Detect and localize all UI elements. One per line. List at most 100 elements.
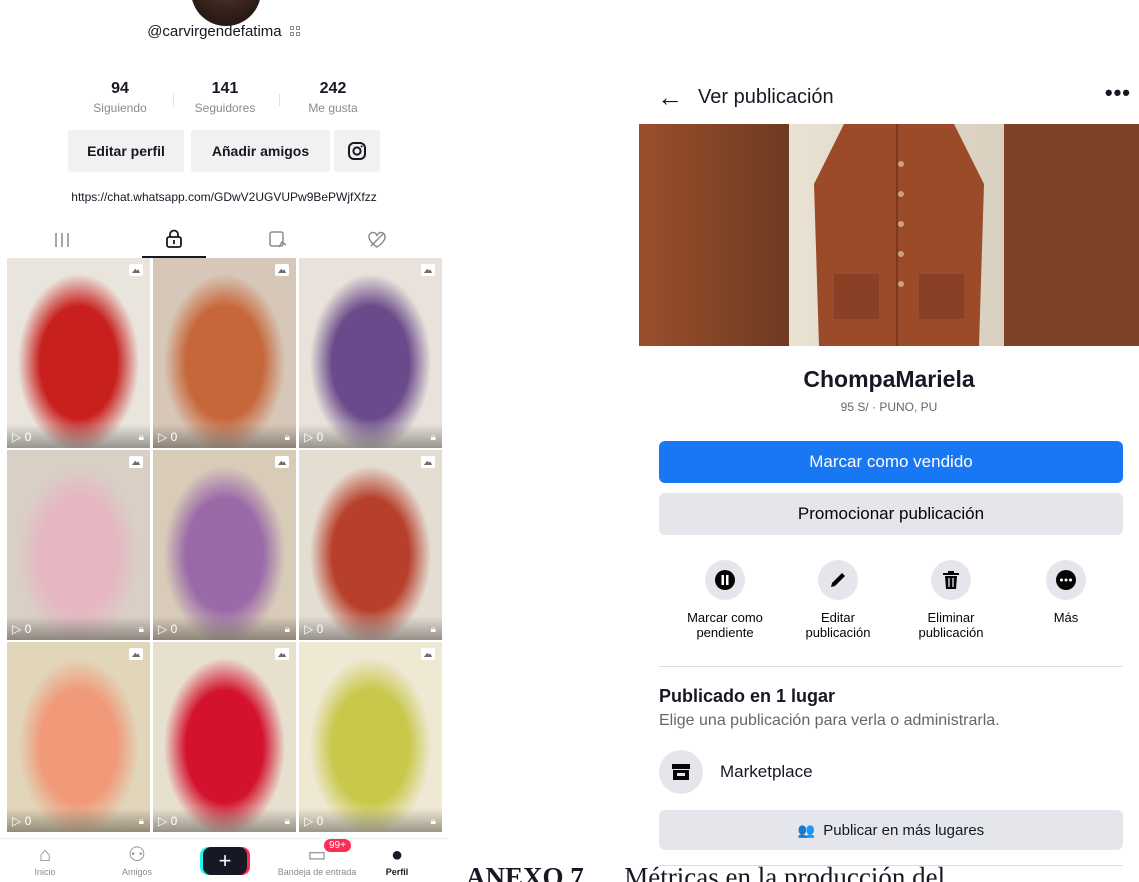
action-label: Más bbox=[1053, 610, 1079, 625]
nav-profile[interactable]: ● Perfil bbox=[352, 843, 442, 877]
sweater-image bbox=[639, 124, 1139, 346]
thumbnail-image bbox=[153, 258, 296, 448]
nav-label: Bandeja de entrada bbox=[277, 867, 357, 877]
caption-label: ANEXO 7 bbox=[466, 862, 584, 882]
more-action[interactable]: Más bbox=[1011, 560, 1121, 625]
stat-label: Siguiendo bbox=[93, 101, 147, 115]
heart-hidden-icon bbox=[368, 231, 386, 248]
view-count: ▷ 0 bbox=[158, 814, 178, 828]
people-icon: 👥 bbox=[797, 821, 816, 838]
stat-followers[interactable]: 141 Seguidores bbox=[175, 80, 275, 118]
tagged-icon bbox=[269, 231, 287, 248]
video-thumbnail[interactable]: ▷ 0 🔒︎ bbox=[153, 450, 296, 640]
more-dots-icon bbox=[1046, 560, 1086, 600]
private-lock-icon: 🔒︎ bbox=[138, 432, 144, 443]
trash-icon bbox=[931, 560, 971, 600]
tiktok-profile-screen: @carvirgendefatima 94 Siguiendo 141 Segu… bbox=[0, 0, 448, 882]
marketplace-item[interactable]: Marketplace bbox=[659, 750, 959, 794]
thumbnail-image bbox=[7, 258, 150, 448]
video-thumbnail[interactable]: ▷ 0 🔒︎ bbox=[299, 258, 442, 448]
delete-listing-action[interactable]: Eliminar publicación bbox=[896, 560, 1006, 640]
post-more-places-button[interactable]: 👥 Publicar en más lugares bbox=[659, 810, 1123, 850]
back-arrow-icon[interactable]: ← bbox=[657, 84, 683, 110]
pause-icon bbox=[705, 560, 745, 600]
view-count: ▷ 0 bbox=[304, 622, 324, 636]
divider bbox=[659, 666, 1123, 667]
mark-as-sold-button[interactable]: Marcar como vendido bbox=[659, 441, 1123, 483]
listing-title: ChompaMariela bbox=[803, 366, 975, 392]
pencil-icon bbox=[818, 560, 858, 600]
thumbnail-image bbox=[7, 642, 150, 832]
marketplace-label: Marketplace bbox=[720, 762, 813, 781]
view-count: ▷ 0 bbox=[12, 814, 32, 828]
listing-photo[interactable] bbox=[639, 124, 1139, 346]
stat-number: 141 bbox=[211, 80, 239, 97]
inbox-badge: 99+ bbox=[324, 839, 351, 852]
create-button[interactable]: + bbox=[203, 847, 247, 875]
profile-handle-row: @carvirgendefatima bbox=[0, 22, 448, 40]
photo-icon bbox=[421, 264, 435, 276]
stat-divider bbox=[279, 94, 280, 106]
section-title: Publicado en 1 lugar bbox=[659, 686, 836, 706]
tab-liked[interactable] bbox=[345, 222, 409, 258]
photo-icon bbox=[275, 264, 289, 276]
page-title: Ver publicación bbox=[698, 86, 834, 108]
view-count: ▷ 0 bbox=[304, 430, 324, 444]
private-lock-icon: 🔒︎ bbox=[284, 432, 290, 443]
view-count: ▷ 0 bbox=[158, 622, 178, 636]
private-lock-icon: 🔒︎ bbox=[284, 624, 290, 635]
action-label: Eliminar publicación bbox=[918, 610, 984, 640]
profile-tabs bbox=[0, 222, 448, 258]
video-thumbnail[interactable]: ▷ 0 🔒︎ bbox=[299, 642, 442, 832]
video-thumbnail[interactable]: ▷ 0 🔒︎ bbox=[7, 450, 150, 640]
grid-icon bbox=[55, 233, 69, 247]
video-thumbnail[interactable]: ▷ 0 🔒︎ bbox=[299, 450, 442, 640]
tab-reposts[interactable] bbox=[246, 222, 310, 258]
facebook-listing-screen: ← Ver publicación ••• ChompaMariela 95 S… bbox=[639, 70, 1139, 882]
stat-divider bbox=[173, 94, 174, 106]
view-count: ▷ 0 bbox=[304, 814, 324, 828]
private-lock-icon: 🔒︎ bbox=[138, 816, 144, 827]
promote-listing-button[interactable]: Promocionar publicación bbox=[659, 493, 1123, 535]
edit-listing-action[interactable]: Editar publicación bbox=[783, 560, 893, 640]
add-friends-button[interactable]: Añadir amigos bbox=[191, 130, 330, 172]
thumbnail-image bbox=[153, 450, 296, 640]
nav-label: Inicio bbox=[34, 867, 56, 877]
stat-label: Me gusta bbox=[308, 101, 358, 115]
video-thumbnail[interactable]: ▷ 0 🔒︎ bbox=[7, 642, 150, 832]
stat-label: Seguidores bbox=[194, 101, 256, 115]
instagram-button[interactable] bbox=[334, 130, 380, 172]
profile-icon: ● bbox=[390, 844, 404, 866]
stat-likes[interactable]: 242 Me gusta bbox=[283, 80, 383, 118]
edit-profile-button[interactable]: Editar perfil bbox=[68, 130, 184, 172]
view-count: ▷ 0 bbox=[12, 430, 32, 444]
photo-icon bbox=[275, 456, 289, 468]
nav-label: Amigos bbox=[121, 867, 152, 877]
tab-private[interactable] bbox=[142, 222, 206, 258]
stat-following[interactable]: 94 Siguiendo bbox=[70, 80, 170, 118]
video-thumbnail[interactable]: ▷ 0 🔒︎ bbox=[153, 258, 296, 448]
profile-stats: 94 Siguiendo 141 Seguidores 242 Me gusta bbox=[70, 80, 380, 120]
thumbnail-image bbox=[299, 450, 442, 640]
action-label: Marcar como pendiente bbox=[687, 610, 763, 640]
qr-code-icon[interactable] bbox=[289, 25, 301, 37]
thumbnail-image bbox=[299, 258, 442, 448]
mark-pending-action[interactable]: Marcar como pendiente bbox=[670, 560, 780, 640]
thumbnail-image bbox=[7, 450, 150, 640]
nav-home[interactable]: ⌂ Inicio bbox=[0, 843, 90, 877]
listing-price-location: 95 S/ · PUNO, PU bbox=[840, 400, 938, 414]
document-caption: ANEXO 7 Métricas en la producción del bbox=[466, 862, 945, 882]
photo-icon bbox=[129, 456, 143, 468]
video-thumbnail[interactable]: ▷ 0 🔒︎ bbox=[7, 258, 150, 448]
stat-number: 94 bbox=[111, 80, 129, 97]
bio-link[interactable]: https://chat.whatsapp.com/GDwV2UGVUPw9Be… bbox=[0, 190, 448, 204]
video-thumbnail[interactable]: ▷ 0 🔒︎ bbox=[153, 642, 296, 832]
more-options-icon[interactable]: ••• bbox=[1105, 80, 1131, 106]
tab-videos[interactable] bbox=[30, 222, 94, 258]
friends-icon: ⚇ bbox=[128, 844, 146, 866]
bottom-nav: ⌂ Inicio ⚇ Amigos + ▭ 99+ Bandeja de ent… bbox=[0, 838, 448, 882]
stat-number: 242 bbox=[319, 80, 347, 97]
nav-friends[interactable]: ⚇ Amigos bbox=[92, 843, 182, 877]
private-lock-icon: 🔒︎ bbox=[430, 816, 436, 827]
nav-inbox[interactable]: ▭ 99+ Bandeja de entrada bbox=[272, 839, 362, 877]
